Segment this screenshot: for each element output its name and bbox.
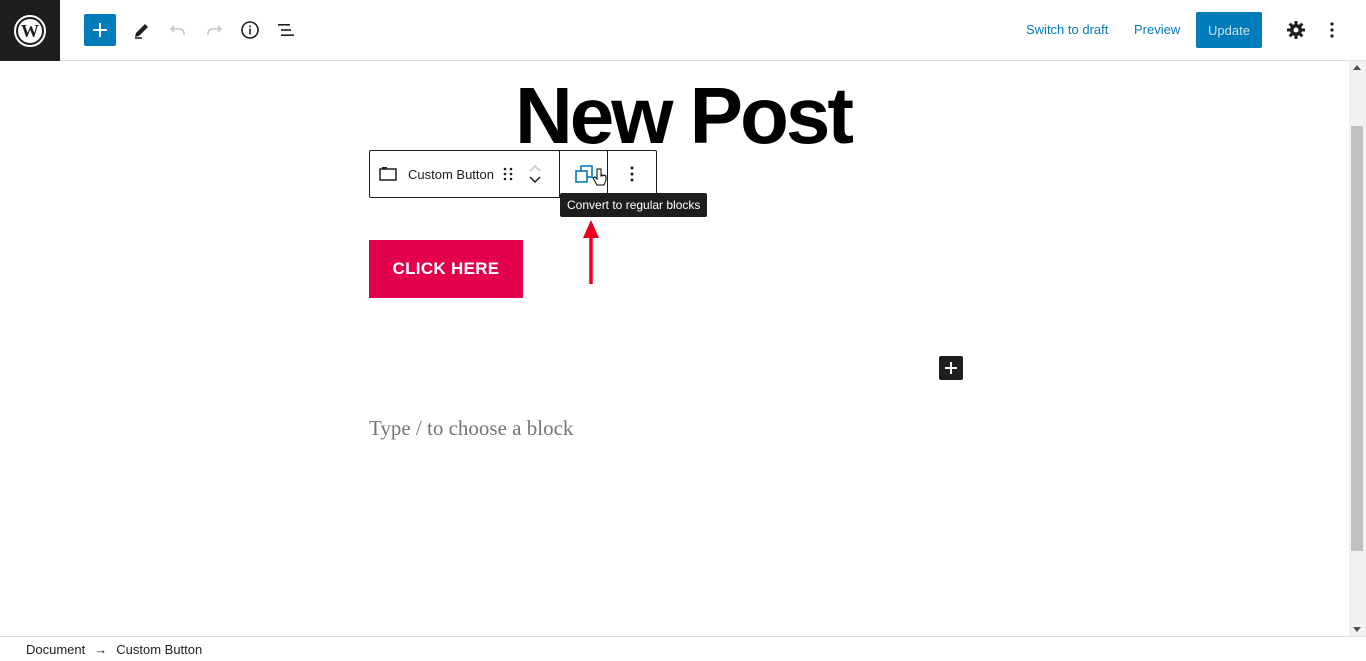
tools-button[interactable] <box>126 14 158 46</box>
add-block-button[interactable] <box>84 14 116 46</box>
options-menu-button[interactable] <box>1316 14 1348 46</box>
convert-icon <box>574 165 593 183</box>
wordpress-logo-button[interactable]: W <box>0 0 60 61</box>
pencil-icon <box>135 24 148 39</box>
convert-to-blocks-button[interactable] <box>560 151 608 197</box>
block-toolbar: Custom Button <box>369 150 657 198</box>
annotation-arrow <box>583 220 599 284</box>
scroll-up-arrow-icon[interactable] <box>1353 65 1361 70</box>
undo-icon <box>169 25 185 35</box>
preview-link[interactable]: Preview <box>1134 22 1180 37</box>
switch-to-draft-link[interactable]: Switch to draft <box>1026 22 1108 37</box>
details-button[interactable] <box>234 14 266 46</box>
plus-icon <box>93 23 107 37</box>
block-inserter-button[interactable] <box>939 356 963 380</box>
editor-scrollbar[interactable] <box>1349 61 1366 636</box>
scrollbar-thumb[interactable] <box>1351 126 1363 551</box>
convert-tooltip: Convert to regular blocks <box>560 193 708 217</box>
scroll-down-arrow-icon[interactable] <box>1353 627 1361 632</box>
pointer-cursor-icon <box>592 168 607 186</box>
undo-button[interactable] <box>162 14 194 46</box>
post-title[interactable]: New Post <box>369 70 997 162</box>
svg-text:W: W <box>21 21 39 41</box>
block-name-label: Custom Button <box>408 166 494 182</box>
block-icon <box>379 167 397 181</box>
settings-button[interactable] <box>1280 14 1312 46</box>
more-vertical-icon <box>630 166 634 182</box>
more-vertical-icon <box>1330 22 1334 38</box>
add-block-icon <box>945 362 957 374</box>
empty-paragraph-placeholder[interactable]: Type / to choose a block <box>369 416 573 441</box>
redo-button[interactable] <box>198 14 230 46</box>
drag-handle[interactable] <box>496 162 520 186</box>
breadcrumb-document[interactable]: Document <box>26 642 85 657</box>
drag-handle-icon <box>503 167 513 181</box>
info-icon <box>241 21 259 39</box>
block-type-button[interactable] <box>376 162 400 186</box>
editor-top-toolbar: W Switch to draft Preview Update <box>0 0 1366 61</box>
list-view-button[interactable] <box>270 14 302 46</box>
move-up-icon[interactable] <box>528 162 542 174</box>
block-options-button[interactable] <box>608 151 656 197</box>
custom-cta-button[interactable]: CLICK HERE <box>369 240 523 298</box>
redo-icon <box>207 25 223 35</box>
block-switcher-group: Custom Button <box>370 151 560 197</box>
breadcrumb-separator: → <box>94 641 108 657</box>
move-down-icon[interactable] <box>528 174 542 186</box>
list-view-icon <box>278 24 294 36</box>
mover-controls <box>528 162 542 186</box>
breadcrumb-custom-button[interactable]: Custom Button <box>116 642 202 657</box>
update-button[interactable]: Update <box>1196 12 1262 48</box>
gear-icon <box>1287 21 1305 39</box>
block-breadcrumb: Document → Custom Button <box>0 636 1366 661</box>
wordpress-logo-icon: W <box>14 14 46 47</box>
